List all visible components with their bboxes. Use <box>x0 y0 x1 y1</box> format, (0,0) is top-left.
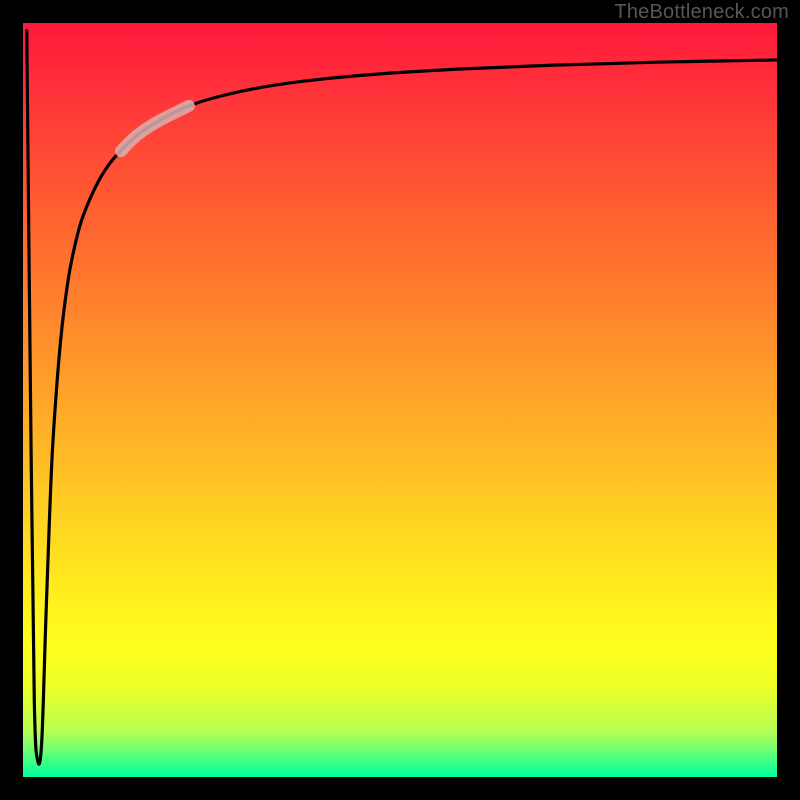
curve-highlight <box>121 106 189 151</box>
plot-area <box>23 23 777 777</box>
bottleneck-curve <box>23 23 777 777</box>
watermark-text: TheBottleneck.com <box>614 1 789 24</box>
chart-frame: TheBottleneck.com <box>0 0 800 800</box>
